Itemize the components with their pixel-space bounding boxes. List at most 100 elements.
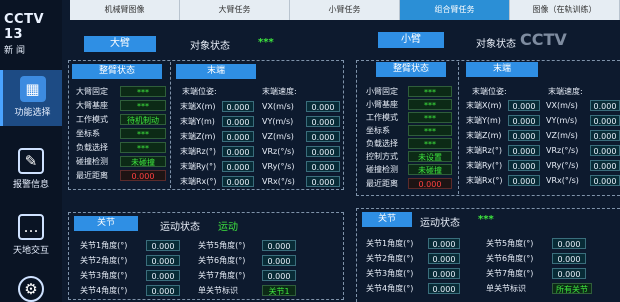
tab-big-arm-task[interactable]: 大臂任务 [180,0,290,20]
small-arm-object-status-label: 对象状态 [476,39,516,50]
big-arm-work-mode-label: 工作模式 [76,115,108,124]
small-arm-coord-value: *** [408,125,452,136]
s-joint5-label: 关节5角度(°) [486,239,534,248]
big-arm-header: 大臂 [84,36,156,52]
sidebar-item-label: 功能选择 [14,108,51,118]
small-arm-end-pos-title: 末端位姿: [472,87,507,96]
tab-bar: 机械臂图像 大臂任务 小臂任务 组合臂任务 图像（在轨训练） [70,0,620,20]
s-joint2-value: 0.000 [428,253,460,264]
s-joint4-label: 关节4角度(°) [366,284,414,293]
small-arm-fixed-value: *** [408,86,452,97]
s-end-rx-label: 末端Rx(°) [466,176,503,185]
logo-main: CCTV 13 [4,12,45,42]
sidebar-item-function-select[interactable]: ▦ 功能选择 [0,70,62,126]
big-arm-object-status-value: *** [258,37,274,48]
small-arm-control-value: 未设置 [408,151,452,162]
s-joint5-value: 0.000 [552,238,586,249]
channel-watermark: CCTV [520,30,567,49]
s-vrz-value: 0.000 [590,145,620,156]
small-arm-collision-value: 未碰撞 [408,164,452,175]
s-vrx-value: 0.000 [590,175,620,186]
tab-combined-arm-task[interactable]: 组合臂任务 [400,0,510,20]
joint4-label: 关节4角度(°) [80,286,128,295]
single-joint-label: 单关节标识 [198,286,238,295]
big-arm-distance-label: 最近距离 [76,171,108,180]
small-arm-load-value: *** [408,138,452,149]
vz-value: 0.000 [306,131,340,142]
logo-sub: 新闻 [4,46,29,56]
joint5-label: 关节5角度(°) [198,241,246,250]
grid-icon: ▦ [19,76,46,102]
divider [458,62,459,194]
s-vz-value: 0.000 [590,130,620,141]
s-end-z-label: 末端Z(m) [466,131,502,140]
joint6-value: 0.000 [262,255,296,266]
s-joint3-label: 关节3角度(°) [366,269,414,278]
vry-value: 0.000 [306,161,340,172]
vry-label: VRy(°/s) [262,162,295,171]
vrx-label: VRx(°/s) [262,177,295,186]
vrx-value: 0.000 [306,176,340,187]
big-arm-motion-label: 运动状态 [160,222,200,233]
joint4-value: 0.000 [146,285,180,296]
sidebar-item-alarm-info[interactable]: ✎ 报警信息 [0,142,62,198]
tab-arm-image[interactable]: 机械臂图像 [70,0,180,20]
joint3-value: 0.000 [146,270,180,281]
small-arm-load-label: 负载选择 [366,139,398,148]
joint2-value: 0.000 [146,255,180,266]
big-arm-coord-label: 坐标系 [76,129,100,138]
big-arm-base-value: *** [120,100,166,111]
small-arm-fixed-label: 小臂固定 [366,87,398,96]
big-arm-joint-header: 关节 [74,216,138,231]
small-arm-distance-value: 0.000 [408,178,452,189]
vx-label: VX(m/s) [262,102,294,111]
vrz-label: VRz(°/s) [262,147,295,156]
joint7-value: 0.000 [262,270,296,281]
big-arm-object-status-label: 对象状态 [190,41,230,52]
s-end-x-label: 末端X(m) [466,101,502,110]
s-end-ry-value: 0.000 [508,160,540,171]
s-end-rz-label: 末端Rz(°) [466,146,502,155]
sidebar: CCTV 13 新闻 ▦ 功能选择 ✎ 报警信息 … 天地交互 ⚙ [0,0,62,302]
s-vry-value: 0.000 [590,160,620,171]
s-end-z-value: 0.000 [508,130,540,141]
big-arm-end-vel-title: 末端速度: [262,87,297,96]
end-rz-label: 末端Rz(°) [180,147,216,156]
end-x-value: 0.000 [222,101,254,112]
divider [170,62,171,188]
end-z-label: 末端Z(m) [180,132,216,141]
s-joint6-label: 关节6角度(°) [486,254,534,263]
single-joint-value: 关节1 [262,285,296,296]
small-arm-work-mode-label: 工作模式 [366,113,398,122]
sidebar-item-settings[interactable]: ⚙ [0,270,62,302]
end-rz-value: 0.000 [222,146,254,157]
joint5-value: 0.000 [262,240,296,251]
s-end-x-value: 0.000 [508,100,540,111]
sidebar-item-space-ground[interactable]: … 天地交互 [0,208,62,264]
s-joint2-label: 关节2角度(°) [366,254,414,263]
s-joint7-value: 0.000 [552,268,586,279]
s-single-joint-label: 单关节标识 [486,284,526,293]
s-joint7-label: 关节7角度(°) [486,269,534,278]
vrz-value: 0.000 [306,146,340,157]
joint7-label: 关节7角度(°) [198,271,246,280]
s-joint4-value: 0.000 [428,283,460,294]
s-vx-label: VX(m/s) [546,101,578,110]
small-arm-motion-label: 运动状态 [420,218,460,229]
gear-icon: ⚙ [18,276,44,302]
joint2-label: 关节2角度(°) [80,256,128,265]
small-arm-distance-label: 最近距离 [366,179,398,188]
joint1-label: 关节1角度(°) [80,241,128,250]
tab-image-training[interactable]: 图像（在轨训练） [510,0,620,20]
s-vry-label: VRy(°/s) [546,161,579,170]
big-arm-fixed-value: *** [120,86,166,97]
end-rx-value: 0.000 [222,176,254,187]
s-vy-value: 0.000 [590,115,620,126]
joint1-value: 0.000 [146,240,180,251]
big-arm-fixed-label: 大臂固定 [76,87,108,96]
tab-small-arm-task[interactable]: 小臂任务 [290,0,400,20]
end-z-value: 0.000 [222,131,254,142]
vz-label: VZ(m/s) [262,132,294,141]
small-arm-work-mode-value: *** [408,112,452,123]
big-arm-base-label: 大臂基座 [76,101,108,110]
